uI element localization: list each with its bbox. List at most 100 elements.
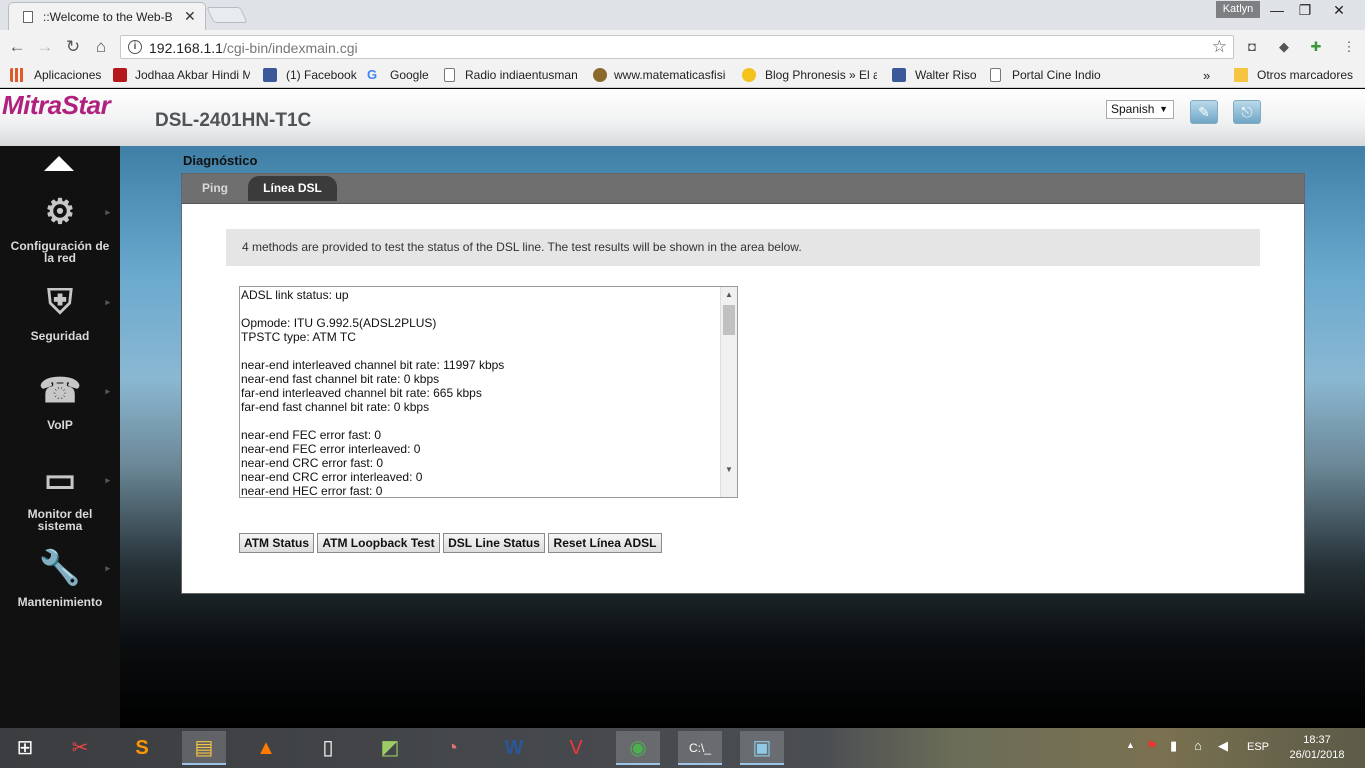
page-title: Diagnóstico (183, 153, 258, 168)
wizard-tool-icon[interactable]: ✎ (1190, 100, 1218, 124)
bookmark-item[interactable]: www.matematicasfisic (614, 68, 726, 82)
tab-title: ::Welcome to the Web-B (43, 10, 173, 24)
bookmark-item[interactable]: Aplicaciones (34, 68, 106, 82)
browser-tab[interactable]: ::Welcome to the Web-B ✕ (8, 2, 206, 30)
scroll-down-icon[interactable]: ▼ (725, 465, 733, 474)
dropdown-arrow-icon: ▼ (1159, 104, 1168, 114)
apps-grid-icon (10, 68, 24, 82)
sidebar-item-label: Configuración de la red (10, 239, 110, 265)
bookmarks-bar: Aplicaciones Jodhaa Akbar Hindi M (1) Fa… (0, 64, 1365, 88)
chevron-right-icon: ▸ (105, 297, 110, 307)
atm-loopback-test-button[interactable]: ATM Loopback Test (317, 533, 440, 553)
bookmark-star-icon[interactable]: ☆ (1212, 37, 1227, 57)
sublime-text-icon[interactable]: S (120, 731, 164, 765)
bookmark-item[interactable]: Radio indiaentusmano (465, 68, 577, 82)
atm-status-button[interactable]: ATM Status (239, 533, 314, 553)
vlc-icon[interactable]: ▲ (244, 731, 288, 765)
site-icon (593, 68, 607, 82)
notification-icon[interactable]: ⚑ (1146, 738, 1158, 754)
close-tab-icon[interactable]: ✕ (184, 8, 196, 25)
bookmark-item[interactable]: Walter Riso (915, 68, 979, 82)
app-icon[interactable]: ◔ (430, 731, 474, 765)
info-message: 4 methods are provided to test the statu… (226, 229, 1260, 266)
page-icon (23, 11, 33, 23)
battery-icon[interactable]: ▮ (1170, 738, 1177, 754)
sidebar-item-security[interactable]: ⛨ Seguridad ▸ (0, 280, 120, 342)
test-results-textarea[interactable]: ADSL link status: up Opmode: ITU G.992.5… (239, 286, 738, 498)
scroll-up-icon[interactable]: ▲ (725, 290, 733, 299)
google-icon: G (367, 67, 378, 82)
bookmark-item[interactable]: Blog Phronesis » El ar (765, 68, 877, 82)
volume-icon[interactable]: ◀ (1218, 738, 1228, 754)
address-bar[interactable]: i 192.168.1.1/cgi-bin/indexmain.cgi ☆ (120, 35, 1234, 59)
command-prompt-icon[interactable]: C:\_ (678, 731, 722, 765)
sidebar-collapse-icon[interactable] (44, 156, 74, 171)
other-bookmarks[interactable]: Otros marcadores (1257, 68, 1357, 82)
folder-icon (1234, 68, 1248, 82)
monitor-icon: ▭ (43, 461, 77, 499)
profile-user-badge[interactable]: Katlyn (1216, 1, 1260, 18)
gears-icon: ⚙ (44, 193, 76, 231)
word-icon[interactable]: W (492, 731, 536, 765)
scroll-thumb[interactable] (723, 305, 735, 335)
logout-icon[interactable]: ⎋ (1233, 100, 1261, 124)
vivaldi-icon[interactable]: V (554, 731, 598, 765)
tab-bar (182, 174, 1304, 204)
forward-icon[interactable]: → (34, 36, 56, 58)
sidebar-item-voip[interactable]: ☎ VoIP ▸ (0, 369, 120, 431)
brand-logo: MitraStar (2, 90, 111, 120)
chevron-right-icon: ▸ (105, 386, 110, 396)
emoji-icon (742, 68, 756, 82)
windows-start-icon[interactable]: ⊞ (3, 731, 47, 765)
bookmark-item[interactable]: Jodhaa Akbar Hindi M (135, 68, 250, 82)
restore-icon[interactable]: ❐ (1288, 0, 1322, 22)
network-icon[interactable]: ⌂ (1194, 738, 1202, 753)
input-language[interactable]: ESP (1247, 741, 1269, 753)
chevron-right-icon: ▸ (105, 207, 110, 217)
sidebar-item-network-config[interactable]: ⚙ Configuración de la red ▸ (0, 190, 120, 264)
show-hidden-icons-icon[interactable]: ▲ (1126, 740, 1135, 750)
site-icon (113, 68, 127, 82)
scrollbar[interactable]: ▲ ▼ (720, 287, 737, 497)
page-icon (990, 68, 1001, 82)
chrome-icon[interactable]: ◉ (616, 731, 660, 765)
back-icon[interactable]: ← (6, 36, 28, 58)
shield-firewall-icon: ⛨ (47, 283, 73, 321)
bookmark-item[interactable]: Portal Cine Indio (1012, 68, 1112, 82)
tab-dsl-line[interactable]: Línea DSL (248, 176, 337, 201)
reset-adsl-line-button[interactable]: Reset Línea ADSL (548, 533, 662, 553)
page-icon (444, 68, 455, 82)
reload-icon[interactable]: ↻ (62, 36, 84, 58)
extension-icon[interactable]: ◘ (1243, 38, 1261, 56)
sidebar-item-label: Seguridad (30, 329, 90, 343)
clock-date: 26/01/2018 (1289, 749, 1345, 761)
bookmark-item[interactable]: Google (390, 68, 432, 82)
extension-icon[interactable]: ◆ (1275, 38, 1293, 56)
image-viewer-icon[interactable]: ▣ (740, 731, 784, 765)
chevron-right-icon: ▸ (105, 563, 110, 573)
bookmarks-more-icon[interactable]: » (1203, 68, 1210, 83)
language-select[interactable]: Spanish ▼ (1106, 100, 1174, 119)
snipping-tool-icon[interactable]: ✂ (58, 731, 102, 765)
phone-icon: ☎ (38, 372, 82, 410)
clock-time: 18:37 (1303, 734, 1331, 746)
photos-icon[interactable]: ◩ (368, 731, 412, 765)
dsl-line-status-button[interactable]: DSL Line Status (443, 533, 545, 553)
test-results-text: ADSL link status: up Opmode: ITU G.992.5… (241, 288, 505, 498)
clock[interactable]: 18:37 26/01/2018 (1282, 733, 1352, 763)
sidebar-item-maintenance[interactable]: 🔧 Mantenimiento ▸ (0, 546, 120, 608)
menu-kebab-icon[interactable]: ⋮ (1340, 38, 1358, 56)
facebook-icon (263, 68, 277, 82)
sidebar-item-system-monitor[interactable]: ▭ Monitor del sistema ▸ (0, 458, 120, 532)
info-icon[interactable]: i (128, 40, 142, 54)
document-icon[interactable]: ▯ (306, 731, 350, 765)
close-window-icon[interactable]: ✕ (1322, 0, 1356, 22)
new-tab-button[interactable] (206, 7, 248, 23)
model-name: DSL-2401HN-T1C (155, 110, 312, 131)
home-icon[interactable]: ⌂ (90, 36, 112, 58)
file-explorer-icon[interactable]: ▤ (182, 731, 226, 765)
extension-icon[interactable]: ✚ (1307, 38, 1325, 56)
tab-ping[interactable]: Ping (190, 176, 240, 201)
bookmark-item[interactable]: (1) Facebook (286, 68, 360, 82)
facebook-icon (892, 68, 906, 82)
